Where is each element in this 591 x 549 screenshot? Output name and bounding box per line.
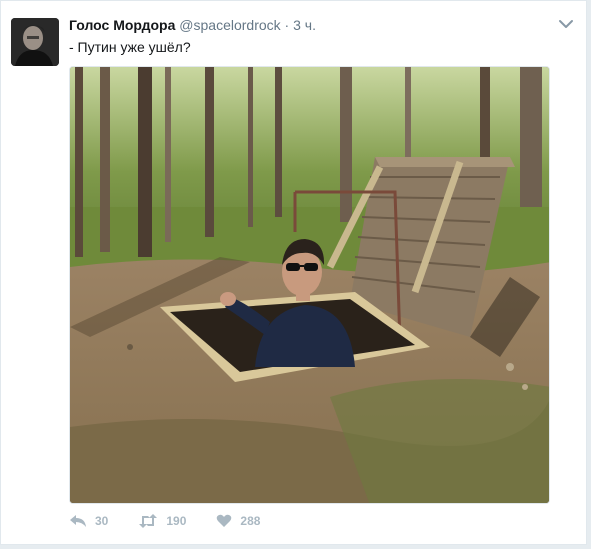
like-button[interactable]: 288 xyxy=(216,514,260,528)
retweet-button[interactable]: 190 xyxy=(138,514,186,528)
tweet-photo[interactable] xyxy=(69,66,550,504)
chevron-down-icon[interactable] xyxy=(558,17,574,31)
avatar-image xyxy=(11,18,59,66)
heart-icon xyxy=(217,514,232,527)
timestamp[interactable]: 3 ч. xyxy=(293,17,316,33)
tweet-card[interactable]: Голос Мордора @spacelordrock · 3 ч. - Пу… xyxy=(0,0,587,545)
reply-icon xyxy=(70,515,86,527)
photo-image xyxy=(70,67,549,503)
retweet-icon xyxy=(139,514,158,528)
reply-button[interactable]: 30 xyxy=(69,514,108,528)
user-handle[interactable]: @spacelordrock xyxy=(179,17,280,33)
display-name[interactable]: Голос Мордора xyxy=(69,17,175,33)
tweet-header: Голос Мордора @spacelordrock · 3 ч. xyxy=(69,16,316,34)
like-count: 288 xyxy=(240,514,261,528)
avatar[interactable] xyxy=(11,18,59,66)
reply-count: 30 xyxy=(95,514,109,528)
retweet-count: 190 xyxy=(166,514,187,528)
separator-dot: · xyxy=(284,17,290,33)
tweet-text: - Путин уже ушёл? xyxy=(69,39,191,55)
tweet-actions: 30 190 288 xyxy=(69,514,290,528)
